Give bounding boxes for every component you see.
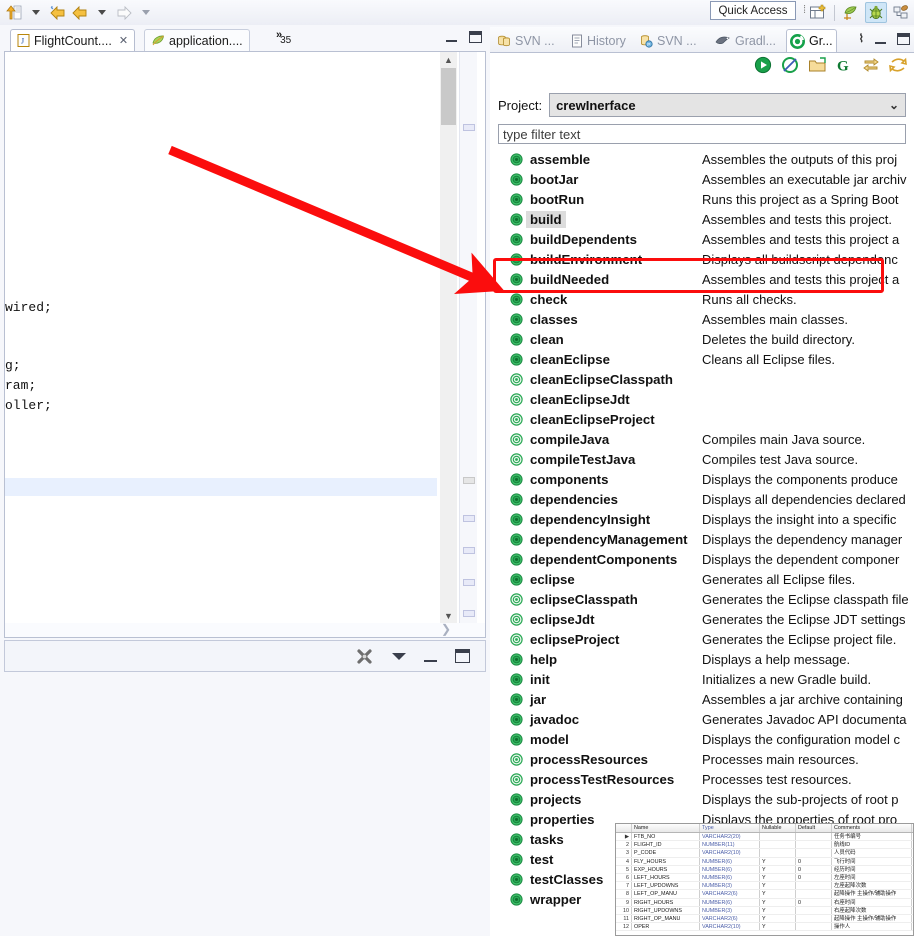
annotation-arrow xyxy=(168,145,505,295)
eclipse-window: Quick Access ⁞ J FlightCount.... ✕ appli… xyxy=(0,0,914,936)
